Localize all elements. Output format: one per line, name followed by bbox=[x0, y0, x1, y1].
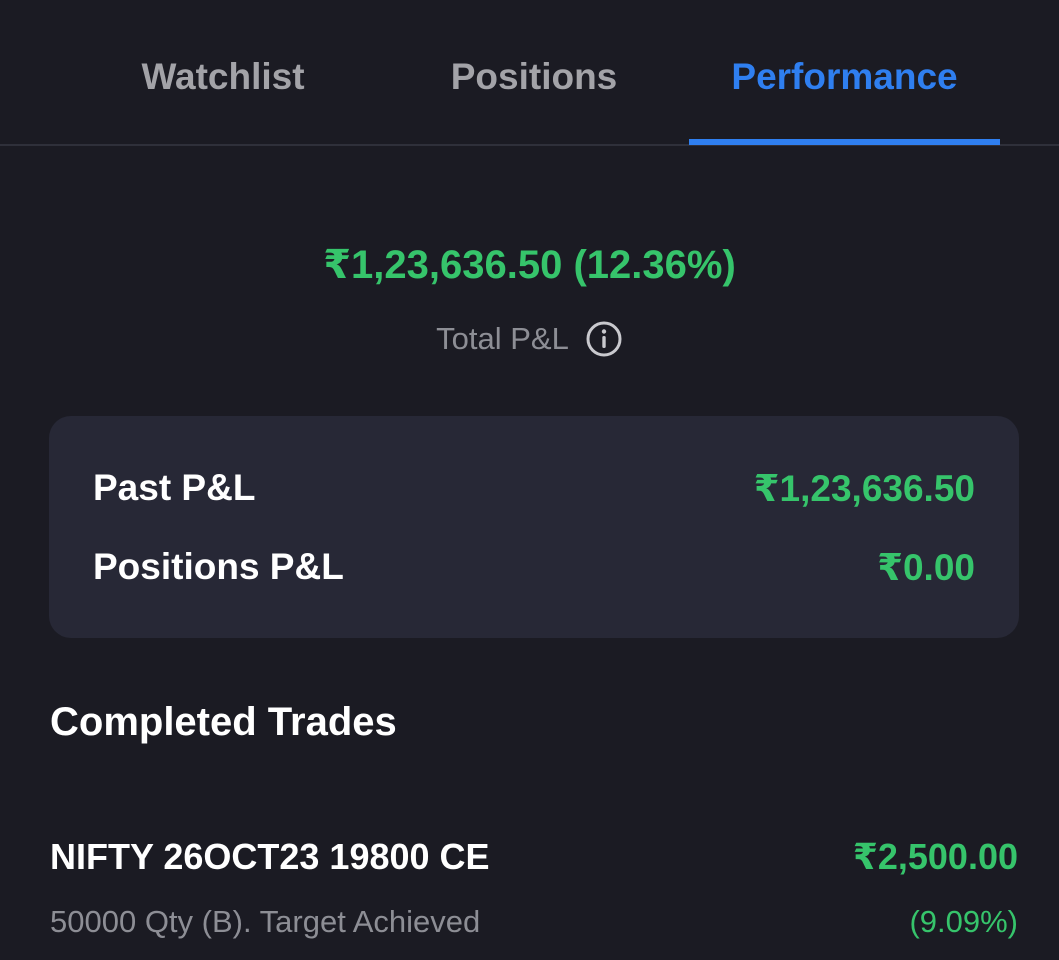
positions-pnl-row: Positions P&L ₹0.00 bbox=[93, 543, 975, 591]
tab-bar: Watchlist Positions Performance bbox=[0, 0, 1059, 146]
pnl-breakdown-card: Past P&L ₹1,23,636.50 Positions P&L ₹0.0… bbox=[49, 416, 1019, 638]
completed-trades-heading: Completed Trades bbox=[50, 700, 397, 744]
trade-pnl-percent: (9.09%) bbox=[909, 904, 1018, 939]
positions-pnl-label: Positions P&L bbox=[93, 546, 344, 587]
past-pnl-value: ₹1,23,636.50 bbox=[753, 467, 975, 509]
total-pnl-value: ₹1,23,636.50 (12.36%) bbox=[323, 243, 736, 287]
tab-watchlist[interactable]: Watchlist bbox=[100, 56, 346, 106]
tab-positions[interactable]: Positions bbox=[411, 56, 657, 106]
trade-list-item[interactable]: NIFTY 26OCT23 19800 CE ₹2,500.00 50000 Q… bbox=[50, 836, 1018, 960]
trade-pnl-value: ₹2,500.00 bbox=[852, 836, 1018, 877]
total-pnl-label: Total P&L bbox=[436, 321, 569, 356]
tab-performance[interactable]: Performance bbox=[689, 56, 1000, 106]
total-pnl-label-row: Total P&L bbox=[0, 320, 1059, 358]
past-pnl-label: Past P&L bbox=[93, 467, 256, 508]
trade-symbol: NIFTY 26OCT23 19800 CE bbox=[50, 836, 490, 877]
past-pnl-row: Past P&L ₹1,23,636.50 bbox=[93, 464, 975, 512]
active-tab-indicator bbox=[689, 139, 1000, 145]
info-icon[interactable] bbox=[585, 320, 623, 358]
trade-detail: 50000 Qty (B). Target Achieved bbox=[50, 904, 481, 939]
positions-pnl-value: ₹0.00 bbox=[877, 546, 975, 588]
